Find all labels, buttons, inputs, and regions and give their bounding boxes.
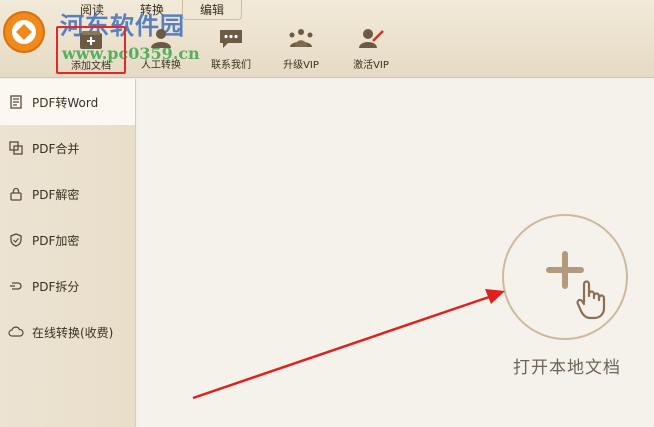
sidebar-item-label: 在线转换(收费): [32, 325, 114, 340]
manual-convert-button[interactable]: 人工转换: [126, 26, 196, 74]
merge-icon: [8, 140, 24, 156]
upgrade-vip-button[interactable]: 升级VIP: [266, 26, 336, 74]
contact-us-button[interactable]: 联系我们: [196, 26, 266, 74]
cloud-icon: [8, 324, 24, 340]
manual-convert-label: 人工转换: [141, 60, 181, 71]
sidebar-item-label: PDF加密: [32, 233, 80, 248]
add-document-icon: [76, 28, 106, 51]
add-document-button[interactable]: 添加文档: [56, 26, 126, 74]
chat-icon: [216, 26, 246, 50]
toolbar: 添加文档 人工转换 联系我们 升级VIP 激活VIP: [56, 26, 406, 74]
tab-edit[interactable]: 编辑: [182, 0, 243, 20]
crown-icon: [286, 26, 316, 50]
add-document-label: 添加文档: [71, 61, 111, 72]
sidebar: PDF转Word PDF合并 PDF解密 PDF加密 PDF拆分 在线转换(收费…: [0, 79, 136, 427]
activate-user-icon: [356, 26, 386, 50]
plus-hand-icon: [546, 251, 606, 320]
sidebar-item-label: PDF转Word: [32, 95, 99, 110]
lock-icon: [8, 186, 24, 202]
split-icon: [8, 278, 24, 294]
app-logo-icon: [2, 2, 60, 60]
sidebar-item-pdf-encrypt[interactable]: PDF加密: [0, 217, 135, 263]
contact-us-label: 联系我们: [211, 60, 251, 71]
sidebar-item-pdf-merge[interactable]: PDF合并: [0, 125, 135, 171]
person-icon: [146, 26, 176, 50]
shield-icon: [8, 232, 24, 248]
sidebar-item-pdf-split[interactable]: PDF拆分: [0, 263, 135, 309]
top-bar: 阅读 转换 编辑 河东软件园 www.pc0359.cn 添加文档 人工转换 联…: [0, 0, 654, 78]
sidebar-item-pdf-decrypt[interactable]: PDF解密: [0, 171, 135, 217]
sidebar-item-label: PDF解密: [32, 187, 80, 202]
open-local-document-button[interactable]: [502, 214, 628, 340]
sidebar-item-label: PDF拆分: [32, 279, 80, 294]
sidebar-item-online-convert[interactable]: 在线转换(收费): [0, 309, 135, 355]
sidebar-item-pdf-to-word[interactable]: PDF转Word: [0, 79, 135, 125]
activate-vip-label: 激活VIP: [353, 60, 389, 71]
activate-vip-button[interactable]: 激活VIP: [336, 26, 406, 74]
document-icon: [8, 94, 24, 110]
sidebar-item-label: PDF合并: [32, 141, 80, 156]
open-local-document-label: 打开本地文档: [513, 358, 621, 378]
main-content: 打开本地文档: [137, 79, 654, 427]
upgrade-vip-label: 升级VIP: [283, 60, 319, 71]
